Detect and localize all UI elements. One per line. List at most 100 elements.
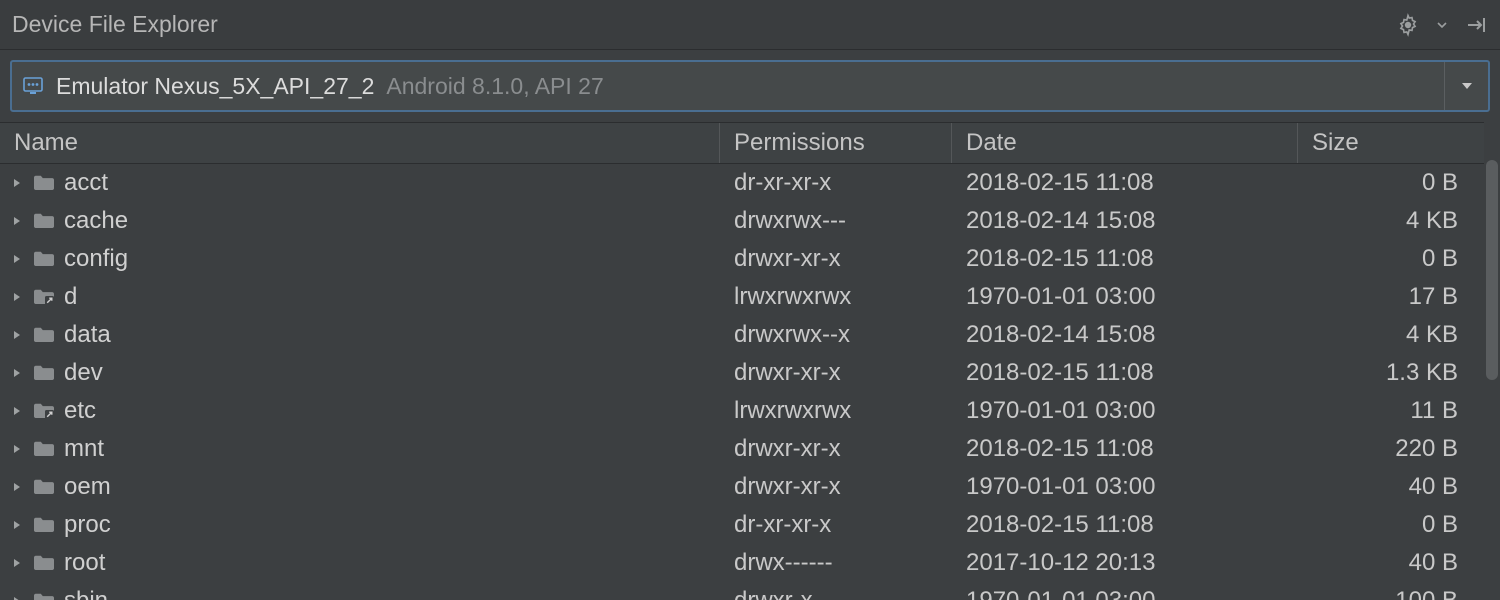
expand-arrow-icon[interactable] xyxy=(10,518,24,532)
col-header-size[interactable]: Size xyxy=(1298,123,1500,163)
title-actions xyxy=(1396,13,1488,37)
device-subtext: Android 8.1.0, API 27 xyxy=(386,73,603,100)
emulator-icon xyxy=(22,75,44,97)
cell-permissions: drwxr-xr-x xyxy=(720,245,952,273)
expand-arrow-icon[interactable] xyxy=(10,556,24,570)
file-name: data xyxy=(64,321,111,349)
folder-icon xyxy=(32,439,56,459)
hide-panel-icon[interactable] xyxy=(1464,13,1488,37)
folder-icon xyxy=(32,591,56,600)
folder-icon xyxy=(32,211,56,231)
folder-icon xyxy=(32,173,56,193)
expand-arrow-icon[interactable] xyxy=(10,328,24,342)
expand-arrow-icon[interactable] xyxy=(10,480,24,494)
table-row[interactable]: devdrwxr-xr-x2018-02-15 11:081.3 KB xyxy=(0,354,1500,392)
cell-name[interactable]: etc xyxy=(0,397,720,425)
table-row[interactable]: sbindrwxr-x---1970-01-01 03:00100 B xyxy=(0,582,1500,600)
expand-arrow-icon[interactable] xyxy=(10,404,24,418)
device-dropdown-button[interactable] xyxy=(1444,62,1488,110)
chevron-down-small-icon[interactable] xyxy=(1436,13,1448,37)
cell-name[interactable]: dev xyxy=(0,359,720,387)
expand-arrow-icon[interactable] xyxy=(10,290,24,304)
cell-date: 2017-10-12 20:13 xyxy=(952,549,1298,577)
device-selector-main[interactable]: Emulator Nexus_5X_API_27_2 Android 8.1.0… xyxy=(12,62,1444,110)
device-selector[interactable]: Emulator Nexus_5X_API_27_2 Android 8.1.0… xyxy=(10,60,1490,112)
cell-size: 4 KB xyxy=(1298,321,1500,349)
expand-arrow-icon[interactable] xyxy=(10,176,24,190)
cell-size: 0 B xyxy=(1298,511,1500,539)
cell-size: 0 B xyxy=(1298,169,1500,197)
cell-name[interactable]: oem xyxy=(0,473,720,501)
cell-permissions: drwx------ xyxy=(720,549,952,577)
cell-name[interactable]: cache xyxy=(0,207,720,235)
expand-arrow-icon[interactable] xyxy=(10,594,24,600)
cell-permissions: drwxr-xr-x xyxy=(720,359,952,387)
expand-arrow-icon[interactable] xyxy=(10,214,24,228)
table-row[interactable]: etclrwxrwxrwx1970-01-01 03:0011 B xyxy=(0,392,1500,430)
table-row[interactable]: mntdrwxr-xr-x2018-02-15 11:08220 B xyxy=(0,430,1500,468)
col-header-name[interactable]: Name xyxy=(0,123,720,163)
cell-size: 11 B xyxy=(1298,397,1500,425)
device-name: Emulator Nexus_5X_API_27_2 xyxy=(56,73,374,100)
cell-name[interactable]: mnt xyxy=(0,435,720,463)
cell-permissions: drwxrwx--- xyxy=(720,207,952,235)
file-name: etc xyxy=(64,397,96,425)
table-header: Name Permissions Date Size xyxy=(0,122,1500,164)
cell-size: 40 B xyxy=(1298,549,1500,577)
cell-permissions: dr-xr-xr-x xyxy=(720,169,952,197)
cell-name[interactable]: data xyxy=(0,321,720,349)
cell-name[interactable]: root xyxy=(0,549,720,577)
cell-permissions: drwxrwx--x xyxy=(720,321,952,349)
cell-permissions: drwxr-xr-x xyxy=(720,435,952,463)
chevron-down-icon xyxy=(1460,79,1474,93)
file-name: config xyxy=(64,245,128,273)
table-row[interactable]: data drwxrwx--x2018-02-14 15:084 KB xyxy=(0,316,1500,354)
table-row[interactable]: cachedrwxrwx---2018-02-14 15:084 KB xyxy=(0,202,1500,240)
cell-name[interactable]: sbin xyxy=(0,587,720,600)
cell-size: 40 B xyxy=(1298,473,1500,501)
col-header-date[interactable]: Date xyxy=(952,123,1298,163)
cell-date: 2018-02-15 11:08 xyxy=(952,245,1298,273)
cell-permissions: drwxr-xr-x xyxy=(720,473,952,501)
expand-arrow-icon[interactable] xyxy=(10,442,24,456)
folder-icon xyxy=(32,325,56,345)
cell-name[interactable]: config xyxy=(0,245,720,273)
cell-date: 2018-02-15 11:08 xyxy=(952,435,1298,463)
table-row[interactable]: oemdrwxr-xr-x1970-01-01 03:0040 B xyxy=(0,468,1500,506)
cell-size: 100 B xyxy=(1298,587,1500,600)
cell-name[interactable]: acct xyxy=(0,169,720,197)
cell-date: 2018-02-14 15:08 xyxy=(952,321,1298,349)
panel-title: Device File Explorer xyxy=(12,11,218,38)
scrollbar-track[interactable] xyxy=(1484,114,1500,600)
gear-icon[interactable] xyxy=(1396,13,1420,37)
file-name: acct xyxy=(64,169,108,197)
cell-date: 2018-02-14 15:08 xyxy=(952,207,1298,235)
folder-icon xyxy=(32,249,56,269)
cell-size: 1.3 KB xyxy=(1298,359,1500,387)
folder-link-icon xyxy=(32,287,56,307)
expand-arrow-icon[interactable] xyxy=(10,366,24,380)
file-name: sbin xyxy=(64,587,108,600)
cell-date: 1970-01-01 03:00 xyxy=(952,587,1298,600)
cell-date: 1970-01-01 03:00 xyxy=(952,283,1298,311)
table-row[interactable]: dlrwxrwxrwx1970-01-01 03:0017 B xyxy=(0,278,1500,316)
table-row[interactable]: procdr-xr-xr-x2018-02-15 11:080 B xyxy=(0,506,1500,544)
file-name: d xyxy=(64,283,77,311)
cell-size: 4 KB xyxy=(1298,207,1500,235)
table-row[interactable]: acctdr-xr-xr-x2018-02-15 11:080 B xyxy=(0,164,1500,202)
file-name: dev xyxy=(64,359,103,387)
cell-name[interactable]: proc xyxy=(0,511,720,539)
table-row[interactable]: configdrwxr-xr-x2018-02-15 11:080 B xyxy=(0,240,1500,278)
cell-name[interactable]: d xyxy=(0,283,720,311)
cell-date: 1970-01-01 03:00 xyxy=(952,473,1298,501)
title-bar: Device File Explorer xyxy=(0,0,1500,50)
col-header-permissions[interactable]: Permissions xyxy=(720,123,952,163)
expand-arrow-icon[interactable] xyxy=(10,252,24,266)
folder-link-icon xyxy=(32,401,56,421)
table-row[interactable]: rootdrwx------2017-10-12 20:1340 B xyxy=(0,544,1500,582)
folder-icon xyxy=(32,515,56,535)
folder-icon xyxy=(32,363,56,383)
cell-permissions: lrwxrwxrwx xyxy=(720,283,952,311)
scrollbar-thumb[interactable] xyxy=(1486,160,1498,380)
folder-icon xyxy=(32,477,56,497)
